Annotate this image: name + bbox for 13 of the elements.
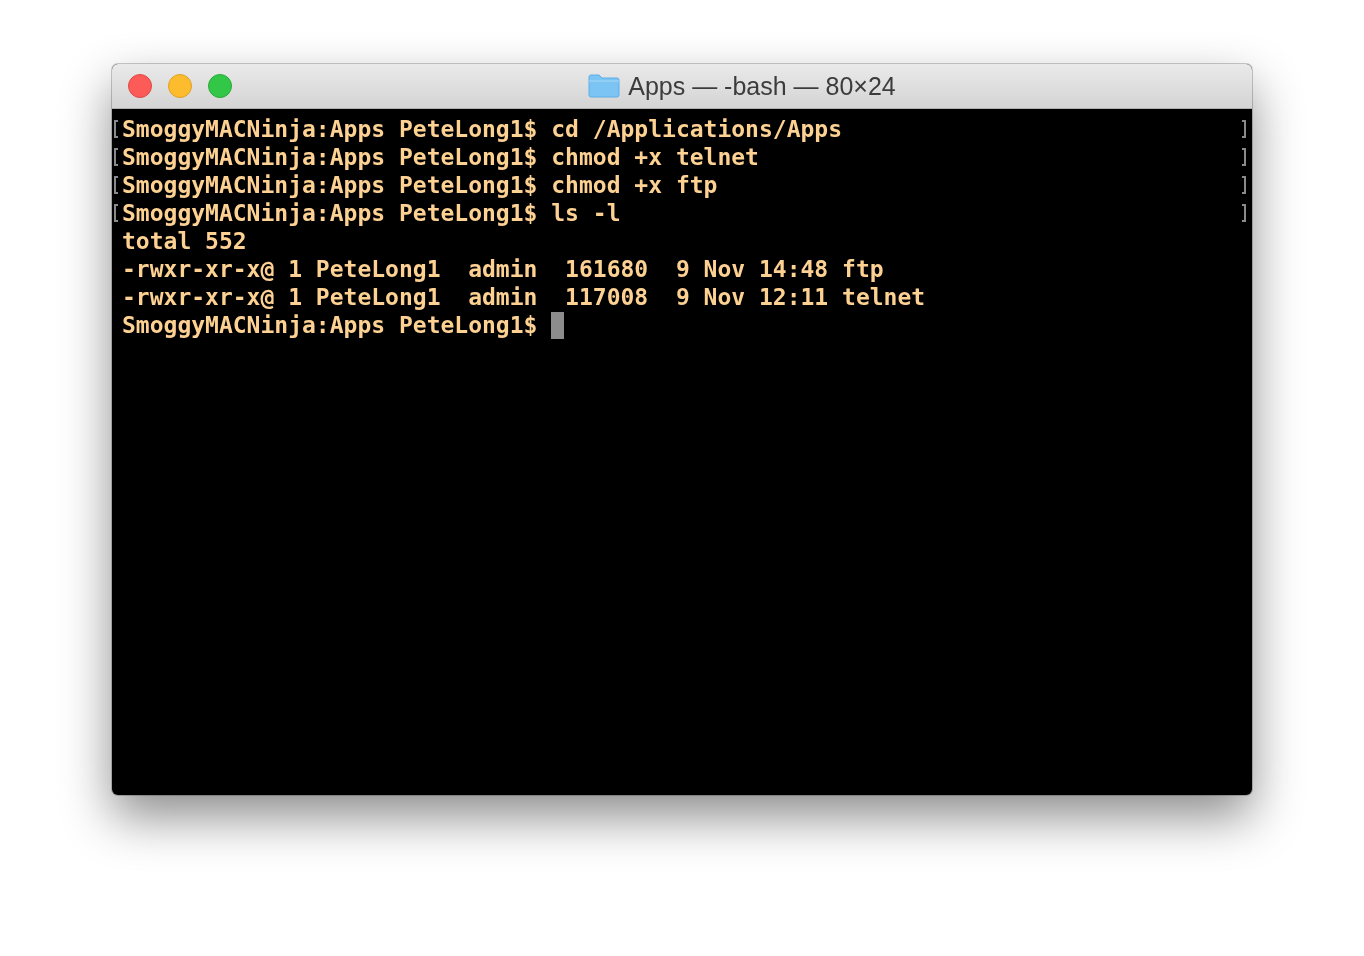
- terminal-line: SmoggyMACNinja:Apps PeteLong1$ chmod +x telnet: [122, 143, 759, 171]
- close-button[interactable]: [128, 74, 152, 98]
- folder-icon: [588, 74, 621, 98]
- terminal-line: total 552: [122, 227, 247, 255]
- terminal-line: SmoggyMACNinja:Apps PeteLong1$ cd /Applications/Apps: [122, 115, 843, 143]
- terminal-line: SmoggyMACNinja:Apps PeteLong1$: [122, 311, 538, 339]
- terminal-line: SmoggyMACNinja:Apps PeteLong1$ ls -l: [122, 199, 621, 227]
- terminal-line: -rwxr-xr-x@ 1 PeteLong1 admin 161680 9 Nov 14:48 ftp: [122, 255, 884, 283]
- terminal-line: SmoggyMACNinja:Apps PeteLong1$ chmod +x ftp: [122, 171, 718, 199]
- zoom-button[interactable]: [208, 74, 232, 98]
- terminal-line: -rwxr-xr-x@ 1 PeteLong1 admin 117008 9 Nov 12:11 telnet: [122, 283, 926, 311]
- minimize-button[interactable]: [168, 74, 192, 98]
- window-title: Apps — -bash — 80×24: [628, 71, 896, 101]
